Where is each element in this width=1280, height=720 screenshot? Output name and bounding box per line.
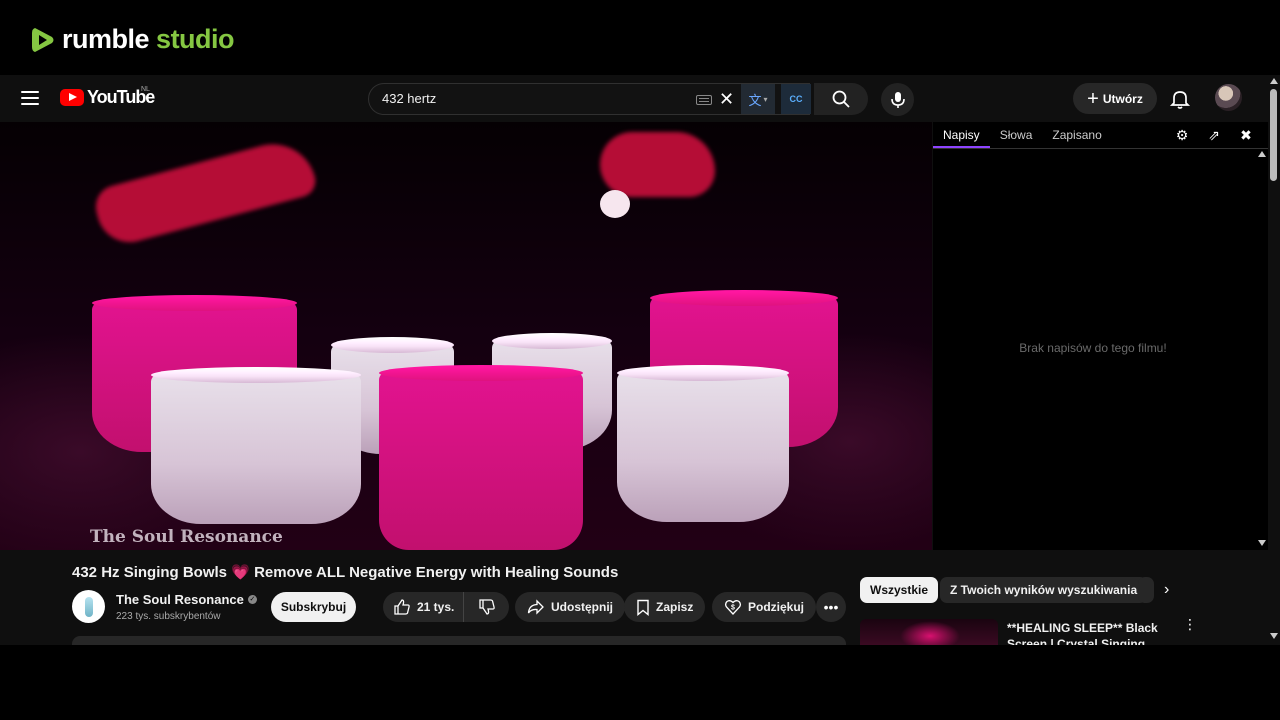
bottom-bar xyxy=(0,645,1280,720)
masthead: YouTube NL ✕ 文▾ CC + Utwórz xyxy=(0,75,1268,122)
more-actions-icon[interactable]: ••• xyxy=(816,592,846,622)
rumble-studio-banner: rumble studio xyxy=(0,0,1280,75)
save-label: Zapisz xyxy=(656,600,694,614)
video-title: 432 Hz Singing Bowls 💗 Remove ALL Negati… xyxy=(72,563,618,581)
chevron-right-icon[interactable]: › xyxy=(1164,581,1169,599)
bowl-front-right xyxy=(617,365,789,522)
thanks-heart-dollar-icon: $ xyxy=(724,600,742,615)
scroll-up-arrow-icon[interactable] xyxy=(1270,78,1278,84)
like-dislike-group: 21 tys. xyxy=(383,592,509,622)
dislike-button[interactable] xyxy=(465,592,509,622)
panel-scroll-up-icon[interactable] xyxy=(1258,151,1266,157)
plus-icon: + xyxy=(1087,87,1099,110)
scroll-down-arrow-icon[interactable] xyxy=(1270,633,1278,639)
heart-emoji: 💗 xyxy=(231,564,250,581)
share-icon xyxy=(527,599,544,615)
channel-avatar[interactable] xyxy=(72,590,105,623)
captions-extension-icon[interactable]: CC xyxy=(781,84,811,114)
search-input[interactable] xyxy=(382,91,682,106)
gear-icon[interactable]: ⚙ xyxy=(1174,127,1190,143)
no-captions-message: Brak napisów do tego filmu! xyxy=(1019,341,1167,355)
video-watermark: The Soul Resonance xyxy=(90,527,283,547)
rumble-word: rumble xyxy=(62,24,150,54)
tab-napisy[interactable]: Napisy xyxy=(933,122,990,148)
description-box[interactable] xyxy=(72,636,846,645)
translate-icon[interactable]: 文 ▾ xyxy=(741,84,775,114)
channel-name[interactable]: The Soul Resonance xyxy=(116,592,244,607)
country-code: NL xyxy=(141,86,150,93)
video-title-part1: 432 Hz Singing Bowls xyxy=(72,564,228,581)
mallet xyxy=(600,190,630,218)
notifications-bell-icon[interactable] xyxy=(1168,87,1192,111)
studio-word: studio xyxy=(156,24,235,54)
tab-slowa[interactable]: Słowa xyxy=(990,122,1043,148)
video-player[interactable]: The Soul Resonance xyxy=(0,122,932,550)
related-menu-icon[interactable]: ⋮ xyxy=(1183,617,1197,637)
bowl-front-left xyxy=(151,367,361,524)
create-label: Utwórz xyxy=(1102,91,1143,106)
share-label: Udostępnij xyxy=(551,600,613,614)
tab-zapisano[interactable]: Zapisano xyxy=(1042,122,1111,148)
panel-scrollbar[interactable] xyxy=(1257,149,1267,549)
subscribe-button[interactable]: Subskrybuj xyxy=(271,592,356,622)
chip-from-search[interactable]: Z Twoich wyników wyszukiwania xyxy=(940,577,1148,603)
related-video-thumbnail[interactable] xyxy=(860,619,998,645)
like-button[interactable]: 21 tys. xyxy=(383,592,464,622)
bookmark-icon xyxy=(637,599,649,616)
search-icon xyxy=(832,90,850,108)
thanks-label: Podziękuj xyxy=(748,600,805,614)
video-title-part2: Remove ALL Negative Energy with Healing … xyxy=(254,564,619,581)
account-avatar[interactable] xyxy=(1215,84,1242,111)
hand-right xyxy=(600,132,715,197)
rumble-studio-logo: rumble studio xyxy=(30,24,235,55)
chip-all[interactable]: Wszystkie xyxy=(860,577,939,603)
share-button[interactable]: Udostępnij xyxy=(515,592,625,622)
thanks-button[interactable]: $ Podziękuj xyxy=(712,592,817,622)
page-scrollbar[interactable] xyxy=(1268,75,1280,645)
create-button[interactable]: + Utwórz xyxy=(1073,83,1157,114)
thumbs-down-icon xyxy=(479,599,495,615)
close-icon[interactable]: ✖ xyxy=(1238,127,1254,143)
search-box: ✕ 文▾ CC xyxy=(368,83,811,115)
keyboard-icon[interactable] xyxy=(696,95,712,105)
verified-icon: ✓ xyxy=(247,595,257,604)
clear-search-icon[interactable]: ✕ xyxy=(719,90,734,108)
microphone-icon xyxy=(890,91,905,108)
youtube-play-icon xyxy=(60,89,84,106)
search-button[interactable] xyxy=(814,83,868,115)
menu-icon[interactable] xyxy=(20,88,40,108)
panel-scroll-down-icon[interactable] xyxy=(1258,540,1266,546)
subscriber-count: 223 tys. subskrybentów xyxy=(116,611,221,622)
channel-name-row[interactable]: The Soul Resonance ✓ xyxy=(116,592,257,607)
chip-partial[interactable] xyxy=(1138,577,1154,603)
voice-search-button[interactable] xyxy=(881,83,914,116)
like-count: 21 tys. xyxy=(417,600,455,614)
rumble-play-icon xyxy=(32,27,54,52)
thumbs-up-icon xyxy=(394,599,410,615)
svg-text:$: $ xyxy=(731,605,735,612)
save-button[interactable]: Zapisz xyxy=(624,592,706,622)
scrollbar-thumb[interactable] xyxy=(1270,89,1277,181)
related-video-title[interactable]: **HEALING SLEEP** Black Screen | Crystal… xyxy=(1007,620,1172,645)
transcript-panel: Napisy Słowa Zapisano ⚙ ⇗ ✖ Brak napisów… xyxy=(933,122,1268,550)
youtube-window: YouTube NL ✕ 文▾ CC + Utwórz xyxy=(0,75,1280,645)
bowl-front-center xyxy=(379,365,583,550)
open-external-icon[interactable]: ⇗ xyxy=(1206,127,1222,143)
